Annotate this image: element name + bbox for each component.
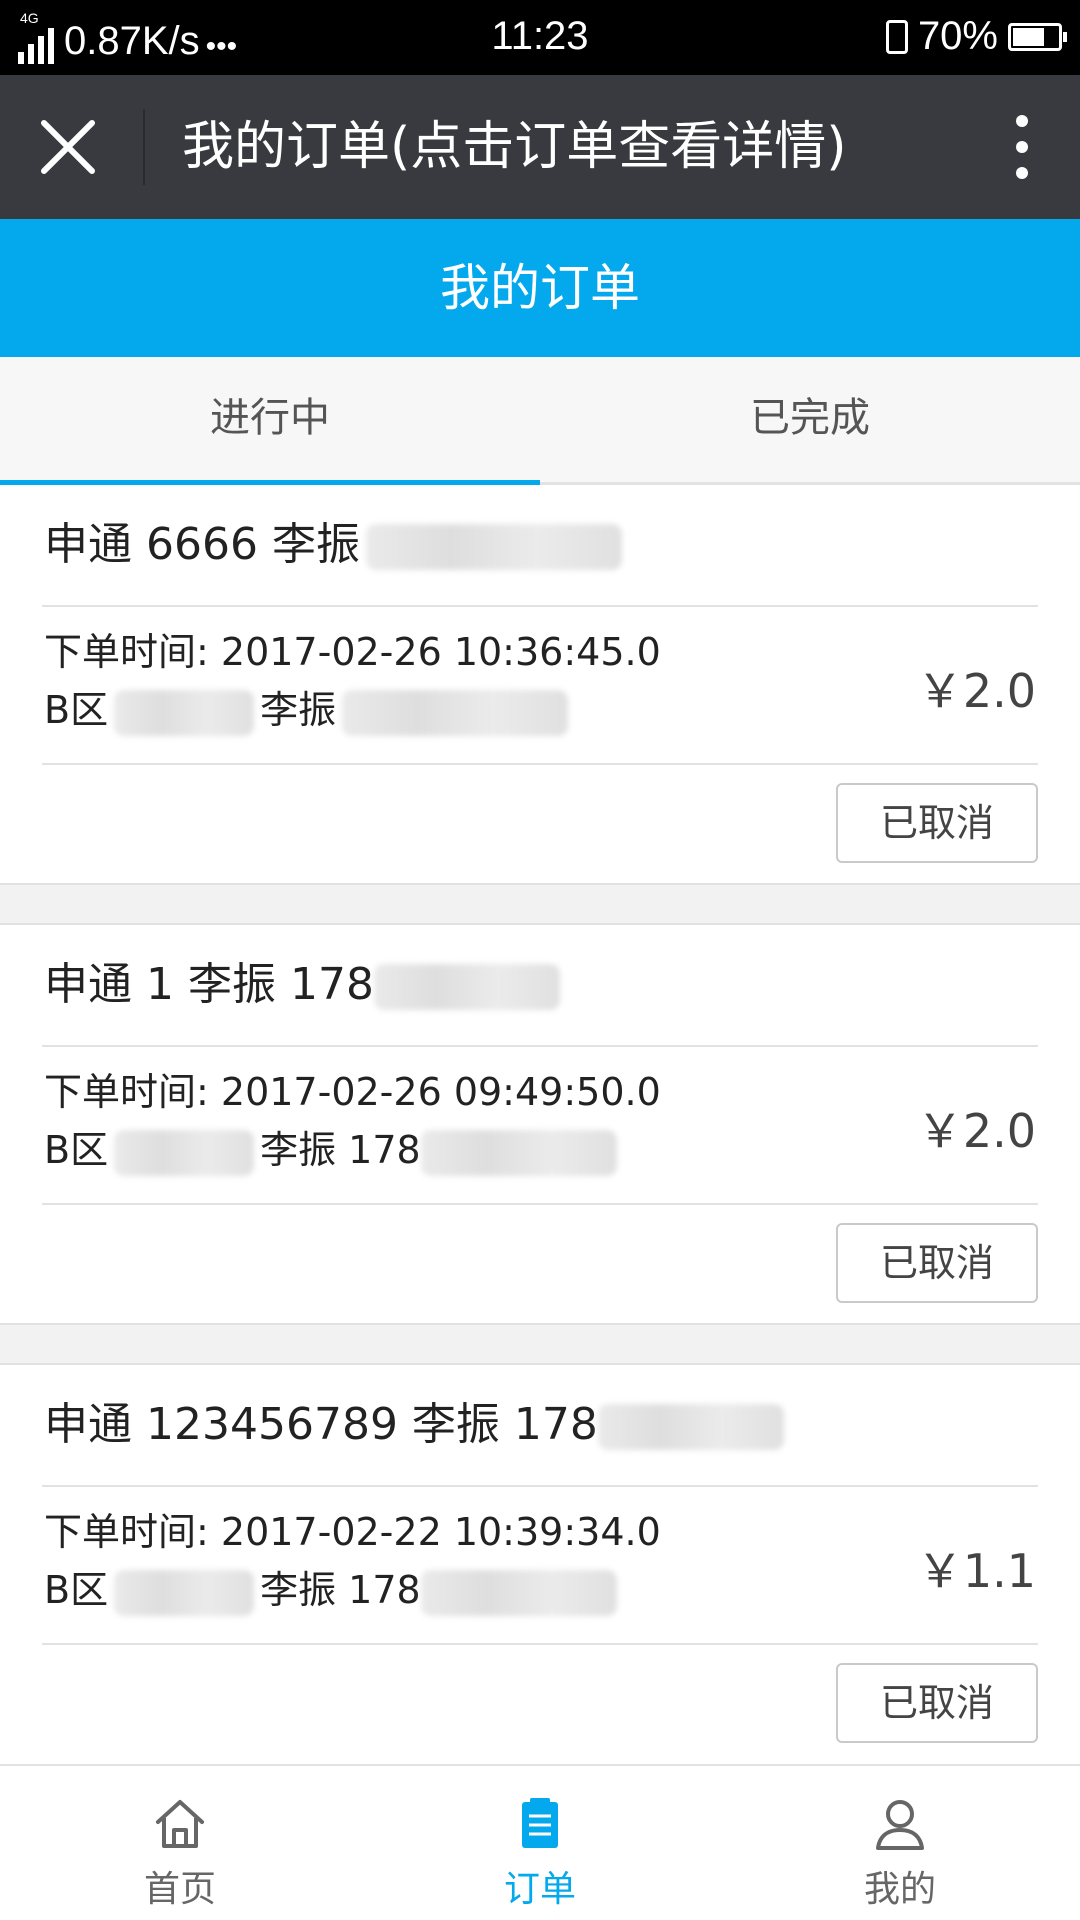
divider xyxy=(42,1643,1038,1645)
close-button[interactable] xyxy=(30,109,106,185)
address-name: 李振 178 xyxy=(260,1568,421,1612)
order-address: B区 李振 xyxy=(44,683,574,737)
order-price: ￥2.0 xyxy=(916,664,1036,718)
battery-percent: 70% xyxy=(917,14,998,58)
order-time: 下单时间: 2017-02-26 09:49:50.0 xyxy=(44,1065,661,1119)
more-dot xyxy=(1016,115,1028,127)
order-address: B区 李振 178 xyxy=(44,1563,623,1617)
nav-orders-label: 订单 xyxy=(503,1869,576,1910)
status-right: 70% xyxy=(885,14,1067,59)
nav-home[interactable]: 首页 xyxy=(0,1766,360,1920)
more-button[interactable] xyxy=(1002,115,1042,179)
redacted-phone xyxy=(597,1404,784,1450)
address-prefix: B区 xyxy=(44,1128,109,1172)
cancelled-status-button[interactable]: 已取消 xyxy=(836,1223,1038,1303)
order-time-label: 下单时间: xyxy=(44,1070,209,1114)
cancelled-status-button[interactable]: 已取消 xyxy=(836,1663,1038,1743)
tab-bar: 进行中 已完成 xyxy=(0,357,1080,485)
redacted-phone xyxy=(420,1129,617,1176)
divider xyxy=(42,763,1038,765)
address-name: 李振 xyxy=(260,688,337,732)
address-prefix: B区 xyxy=(44,688,109,732)
order-title: 申通 1 李振 178 xyxy=(44,955,566,1015)
divider xyxy=(42,605,1038,607)
home-icon xyxy=(156,1800,204,1848)
order-time-value: 2017-02-26 10:36:45.0 xyxy=(220,630,661,674)
order-time-value: 2017-02-26 09:49:50.0 xyxy=(220,1070,661,1114)
redacted-phone xyxy=(420,1569,617,1616)
battery-level xyxy=(1013,27,1044,46)
order-time: 下单时间: 2017-02-22 10:39:34.0 xyxy=(44,1505,661,1559)
redacted-phone xyxy=(342,689,569,736)
address-name: 李振 178 xyxy=(260,1128,421,1172)
order-card[interactable]: 申通 1 李振 178 下单时间: 2017-02-26 09:49:50.0 … xyxy=(0,925,1080,1323)
divider xyxy=(42,1045,1038,1047)
order-title: 申通 6666 李振 xyxy=(44,515,628,575)
more-dot xyxy=(1016,167,1028,179)
order-time-value: 2017-02-22 10:39:34.0 xyxy=(220,1510,661,1554)
title-divider xyxy=(143,109,145,185)
order-time-label: 下单时间: xyxy=(44,630,209,674)
card-separator xyxy=(0,1323,1080,1365)
redacted-phone xyxy=(365,524,622,570)
redacted-room xyxy=(114,1569,255,1616)
user-icon xyxy=(876,1800,924,1850)
tab-completed[interactable]: 已完成 xyxy=(540,357,1080,482)
cancelled-status-button[interactable]: 已取消 xyxy=(836,783,1038,863)
nav-orders[interactable]: 订单 xyxy=(360,1766,720,1920)
divider xyxy=(42,1485,1038,1487)
order-time-label: 下单时间: xyxy=(44,1510,209,1554)
battery-icon xyxy=(1008,22,1067,51)
nav-home-label: 首页 xyxy=(143,1869,216,1910)
close-icon xyxy=(41,120,95,174)
order-card[interactable]: 申通 123456789 李振 178 下单时间: 2017-02-22 10:… xyxy=(0,1365,1080,1763)
nav-mine[interactable]: 我的 xyxy=(720,1766,1080,1920)
redacted-phone xyxy=(373,964,560,1010)
order-price: ￥1.1 xyxy=(916,1544,1036,1598)
status-bar: 4G 0.87K/s ••• 11:23 70% xyxy=(0,0,1080,75)
card-separator xyxy=(0,883,1080,925)
redacted-room xyxy=(114,689,255,736)
bottom-nav: 首页 订单 我的 xyxy=(0,1764,1080,1920)
nav-mine-label: 我的 xyxy=(863,1869,936,1910)
order-title-text: 申通 6666 李振 xyxy=(44,519,360,570)
order-time: 下单时间: 2017-02-26 10:36:45.0 xyxy=(44,625,661,679)
address-prefix: B区 xyxy=(44,1568,109,1612)
order-title: 申通 123456789 李振 178 xyxy=(44,1395,790,1455)
vibrate-icon xyxy=(885,19,908,54)
tab-in-progress[interactable]: 进行中 xyxy=(0,357,540,485)
divider xyxy=(42,1203,1038,1205)
tab-label: 进行中 xyxy=(210,395,330,441)
title-bar: 我的订单(点击订单查看详情) xyxy=(0,75,1080,219)
page-title: 我的订单(点击订单查看详情) xyxy=(182,117,847,177)
order-title-text: 申通 123456789 李振 178 xyxy=(44,1399,598,1450)
order-title-text: 申通 1 李振 178 xyxy=(44,959,374,1010)
redacted-room xyxy=(114,1129,255,1176)
more-dot xyxy=(1016,141,1028,153)
section-header: 我的订单 xyxy=(0,219,1080,357)
order-price: ￥2.0 xyxy=(916,1104,1036,1158)
clipboard-icon xyxy=(522,1798,558,1848)
order-card[interactable]: 申通 6666 李振 下单时间: 2017-02-26 10:36:45.0 B… xyxy=(0,485,1080,883)
order-list: 申通 6666 李振 下单时间: 2017-02-26 10:36:45.0 B… xyxy=(0,485,1080,1763)
order-address: B区 李振 178 xyxy=(44,1123,623,1177)
tab-label: 已完成 xyxy=(750,395,870,441)
